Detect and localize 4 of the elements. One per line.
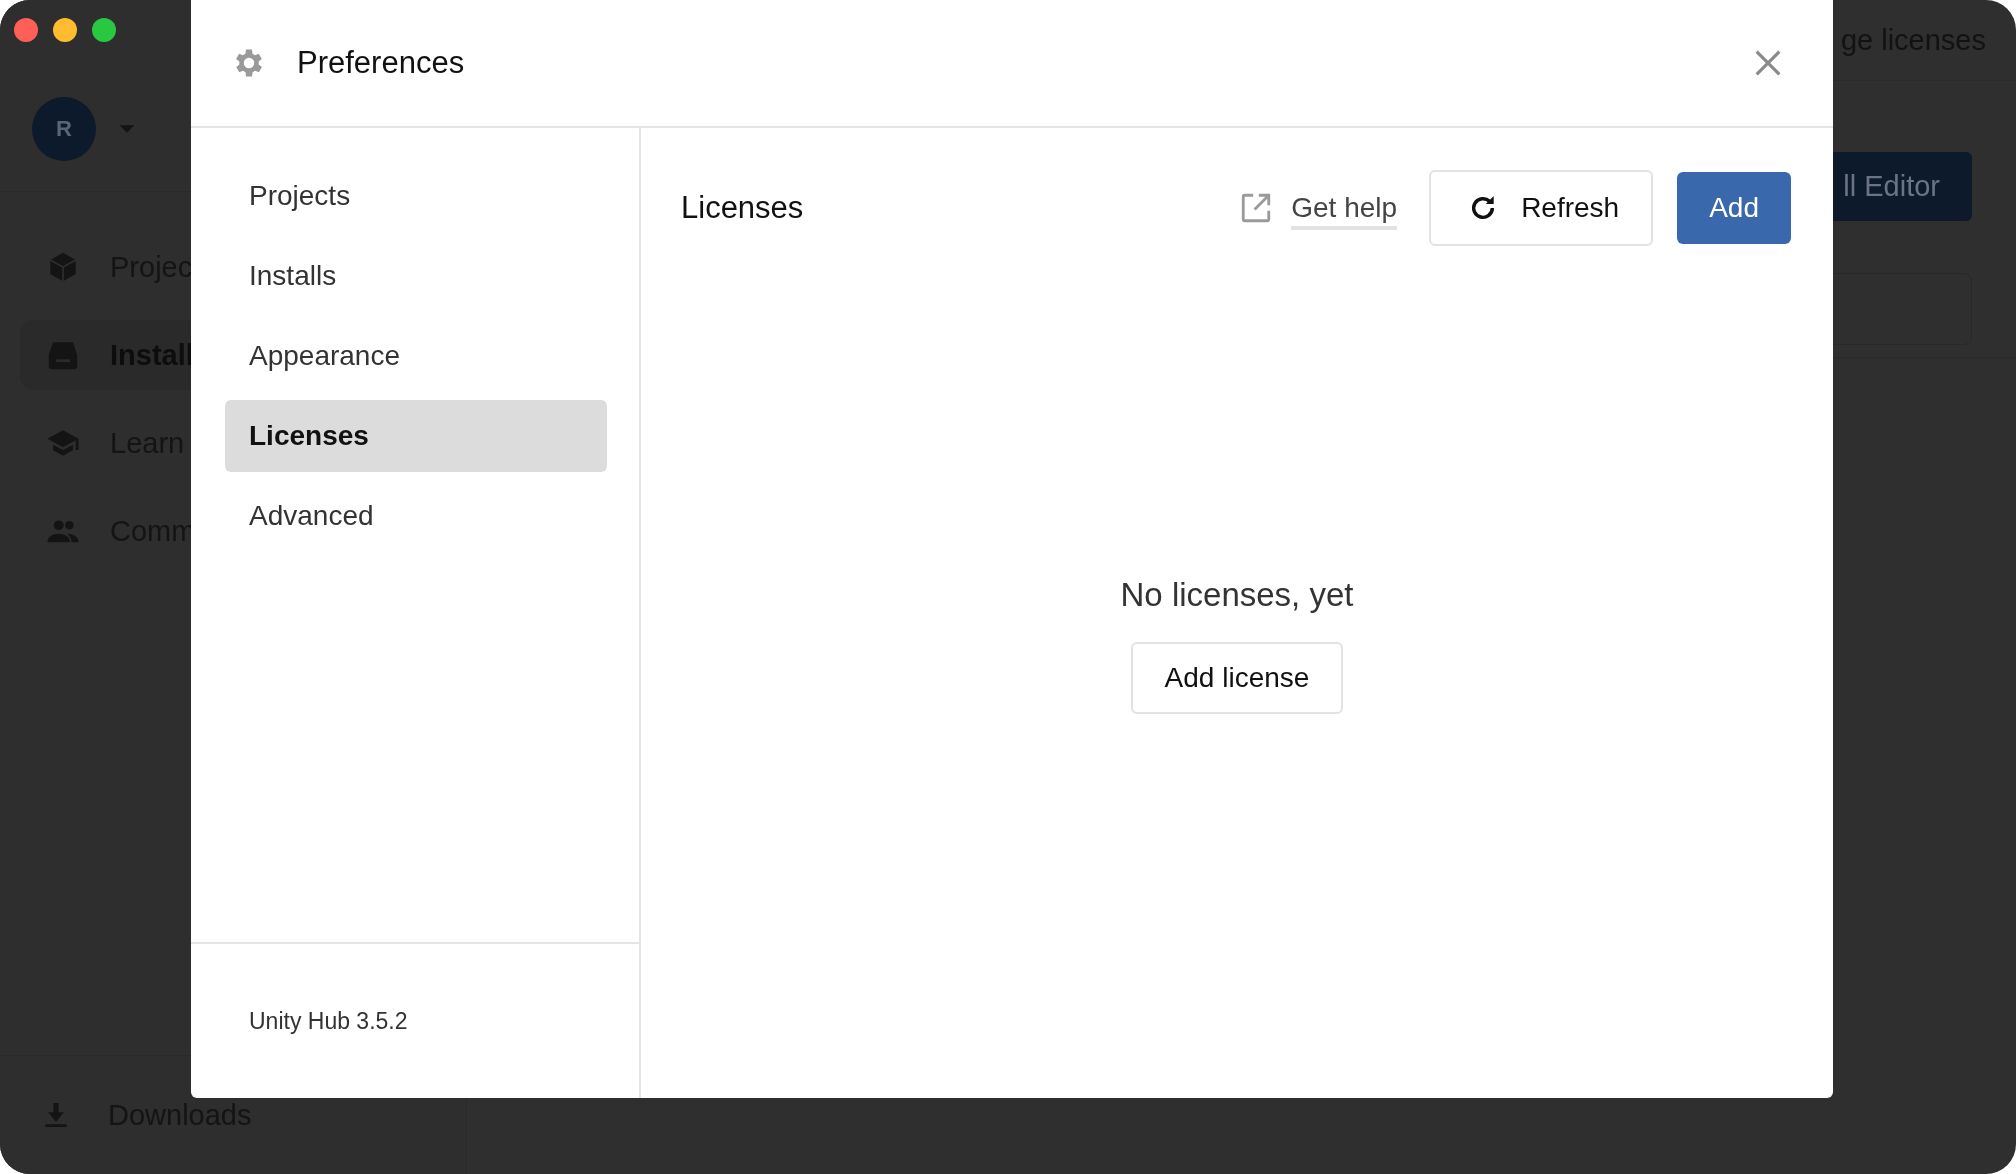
section-title: Licenses <box>681 190 805 226</box>
empty-state-message: No licenses, yet <box>1120 576 1354 614</box>
dialog-title: Preferences <box>297 45 466 81</box>
version-label: Unity Hub 3.5.2 <box>249 1007 408 1035</box>
